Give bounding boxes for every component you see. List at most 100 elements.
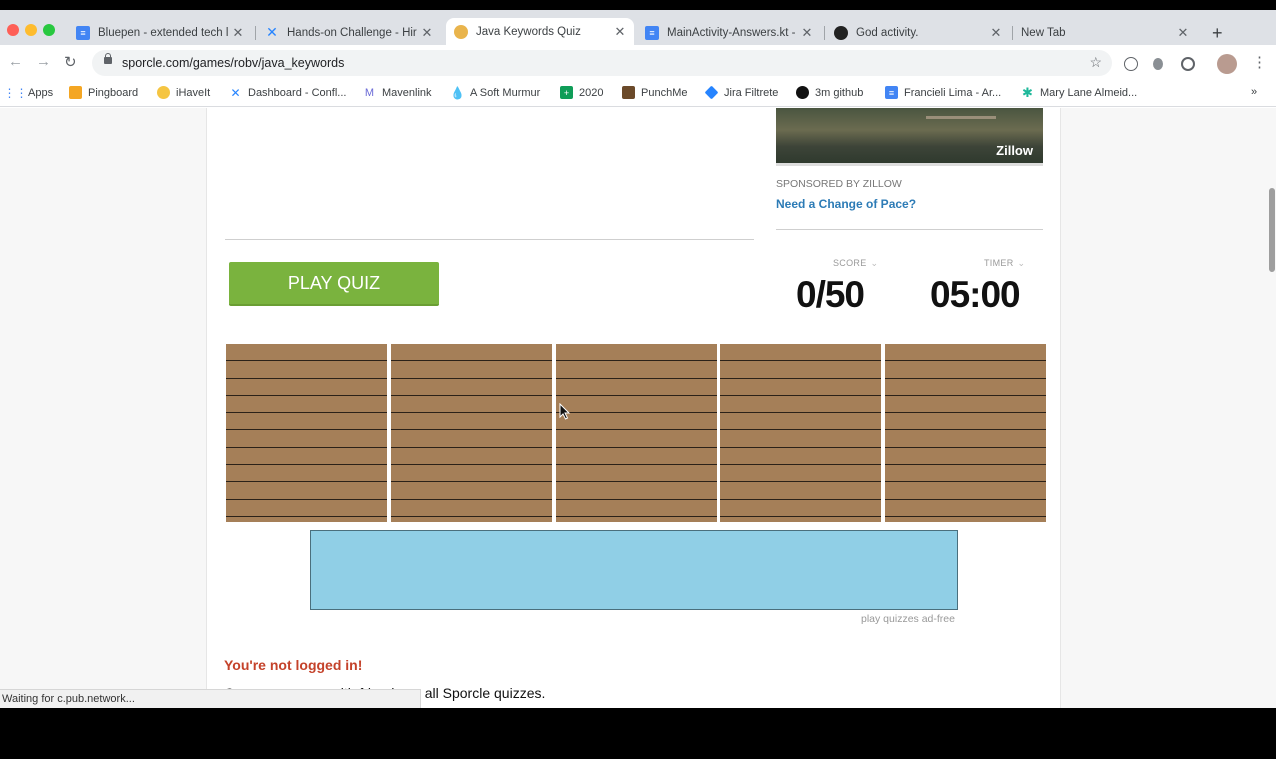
bookmark-dashboard-confluence[interactable]: ✕ Dashboard - Confl...: [229, 85, 346, 100]
tab-bluepen[interactable]: ≡ Bluepen - extended tech l ✕: [68, 20, 252, 45]
answer-slot-line: [555, 360, 717, 361]
sporcle-icon: [454, 24, 468, 39]
bookmark-star-icon[interactable]: ☆: [1089, 54, 1102, 71]
google-docs-icon: ≡: [76, 25, 90, 40]
answer-slot-line: [885, 499, 1046, 500]
answer-slot-line: [720, 360, 882, 361]
answer-slot-line: [885, 516, 1046, 517]
ad-banner[interactable]: [310, 530, 958, 610]
extension-icon[interactable]: [1153, 58, 1163, 70]
answer-slot-line: [720, 481, 882, 482]
answer-slot-line: [885, 360, 1046, 361]
tab-hands-on-challenge[interactable]: ✕ Hands-on Challenge - Hir ✕: [257, 20, 441, 45]
answer-slot-line: [885, 429, 1046, 430]
answer-slot-line: [720, 395, 882, 396]
answer-slot-line: [555, 378, 717, 379]
close-icon[interactable]: ✕: [988, 25, 1004, 41]
mavenlink-icon: M: [364, 86, 375, 99]
answer-column: [885, 344, 1046, 522]
url-text[interactable]: sporcle.com/games/robv/java_keywords: [122, 56, 344, 70]
extension-icon[interactable]: [1181, 57, 1195, 71]
bookmark-label: PunchMe: [641, 86, 688, 99]
tab-new-tab[interactable]: New Tab ✕: [1013, 20, 1197, 45]
minimize-window-button[interactable]: [25, 24, 37, 36]
login-warning: You're not logged in!: [224, 657, 363, 673]
ad-free-link[interactable]: play quizzes ad-free: [861, 613, 955, 625]
back-arrow-icon[interactable]: ←: [8, 53, 23, 70]
bookmark-apps[interactable]: ⋮⋮ Apps: [3, 85, 54, 100]
answer-slot-line: [720, 516, 882, 517]
answer-slot-line: [390, 429, 552, 430]
bookmark-a-soft-murmur[interactable]: 💧 A Soft Murmur: [450, 86, 541, 100]
ihaveit-icon: [157, 86, 170, 99]
score-label[interactable]: SCORE ⌄: [833, 258, 878, 269]
answer-slot-line: [390, 481, 552, 482]
profile-avatar[interactable]: [1217, 54, 1237, 74]
confluence-icon: ✕: [230, 85, 241, 100]
bookmark-label: iHaveIt: [176, 86, 211, 99]
quiz-content: Zillow SPONSORED BY ZILLOW Need a Change…: [206, 108, 1061, 708]
close-icon[interactable]: ✕: [419, 25, 435, 41]
new-tab-button[interactable]: +: [1212, 23, 1223, 44]
answer-slot-line: [555, 499, 717, 500]
answer-slot-line: [390, 499, 552, 500]
close-icon[interactable]: ✕: [1175, 25, 1191, 41]
timer-value: 05:00: [930, 274, 1021, 315]
reload-icon[interactable]: ↻: [64, 53, 77, 71]
bookmark-3m-github[interactable]: 3m github: [796, 86, 863, 99]
browser-window: ≡ Bluepen - extended tech l ✕ ✕ Hands-on…: [0, 10, 1276, 708]
tab-java-keywords-quiz[interactable]: Java Keywords Quiz ✕: [446, 18, 634, 45]
answer-slot-line: [390, 516, 552, 517]
extension-icon[interactable]: [1124, 57, 1138, 71]
bookmark-2020[interactable]: +2020: [560, 86, 603, 99]
zillow-ad-image[interactable]: Zillow: [776, 108, 1043, 163]
bookmark-francieli-lima[interactable]: ≡ Francieli Lima - Ar...: [885, 86, 1001, 99]
tab-god-activity[interactable]: God activity. ✕: [826, 20, 1010, 45]
bookmark-mavenlink[interactable]: M Mavenlink: [363, 86, 432, 99]
forward-arrow-icon[interactable]: →: [36, 53, 51, 70]
bookmark-label: Pingboard: [88, 86, 139, 99]
close-window-button[interactable]: [7, 24, 19, 36]
tab-mainactivity[interactable]: ≡ MainActivity-Answers.kt - ✕: [637, 20, 821, 45]
answer-column: [720, 344, 882, 522]
apps-grid-icon: ⋮⋮: [3, 85, 28, 100]
bookmark-punchme[interactable]: PunchMe: [622, 86, 687, 99]
answer-slot-line: [390, 447, 552, 448]
maximize-window-button[interactable]: [43, 24, 55, 36]
answer-slot-line: [555, 516, 717, 517]
bookmark-pingboard[interactable]: Pingboard: [69, 86, 138, 99]
tab-separator: [255, 26, 256, 40]
ad-link[interactable]: Need a Change of Pace?: [776, 197, 916, 211]
bookmark-jira-filtrete[interactable]: Jira Filtrete: [704, 85, 778, 100]
answer-slot-line: [720, 429, 882, 430]
answer-slot-line: [885, 378, 1046, 379]
score-value: 0/50: [796, 274, 865, 315]
bookmark-label: A Soft Murmur: [470, 86, 541, 99]
answer-slot-line: [390, 412, 552, 413]
punchme-icon: [622, 86, 635, 99]
answer-slot-line: [885, 395, 1046, 396]
answer-slot-line: [555, 464, 717, 465]
answer-slot-line: [226, 499, 387, 500]
tab-title: Bluepen - extended tech l: [98, 26, 229, 39]
close-icon[interactable]: ✕: [612, 24, 628, 40]
lock-icon: [104, 53, 112, 64]
answer-slot-line: [226, 412, 387, 413]
close-icon[interactable]: ✕: [230, 25, 246, 41]
bookmark-label: Mavenlink: [382, 86, 432, 99]
divider: [225, 239, 754, 240]
answer-slot-line: [226, 447, 387, 448]
menu-dots-icon[interactable]: ⋮: [1252, 53, 1267, 71]
answer-slot-line: [226, 360, 387, 361]
timer-label[interactable]: TIMER ⌄: [984, 258, 1025, 269]
tab-title: New Tab: [1021, 26, 1066, 39]
bookmark-mary-lane[interactable]: ✱ Mary Lane Almeid...: [1021, 85, 1137, 100]
address-bar[interactable]: sporcle.com/games/robv/java_keywords ☆: [92, 50, 1112, 76]
scrollbar-thumb[interactable]: [1269, 188, 1275, 272]
bookmark-ihaveit[interactable]: iHaveIt: [157, 86, 210, 99]
web-page: Zillow SPONSORED BY ZILLOW Need a Change…: [0, 108, 1276, 708]
bookmarks-overflow-button[interactable]: »: [1251, 86, 1257, 98]
play-quiz-button[interactable]: PLAY QUIZ: [229, 262, 439, 306]
answer-slot-line: [555, 447, 717, 448]
close-icon[interactable]: ✕: [799, 25, 815, 41]
